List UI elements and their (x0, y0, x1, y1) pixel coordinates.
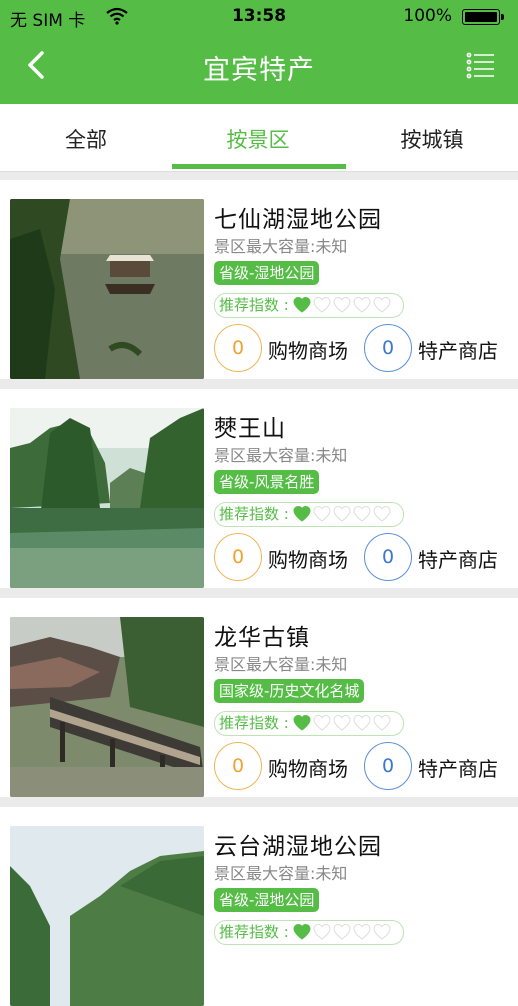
heart-empty-icon (333, 505, 351, 522)
heart-empty-icon (313, 296, 331, 313)
mall-label[interactable]: 购物商场 (268, 753, 348, 782)
rating-label: 推荐指数 : (219, 923, 289, 941)
heart-filled-icon (293, 296, 311, 313)
capacity-text: 景区最大容量:未知 (214, 864, 348, 883)
status-bar: 无 SIM 卡 13:58 100% (0, 0, 518, 34)
rating-hearts (293, 296, 393, 316)
capacity-text: 景区最大容量:未知 (214, 237, 348, 256)
recommendation-rating: 推荐指数 : (214, 711, 404, 736)
heart-empty-icon (353, 505, 371, 522)
tab-all[interactable]: 全部 (0, 104, 172, 172)
recommendation-rating: 推荐指数 : (214, 920, 404, 945)
battery-icon (462, 9, 504, 25)
level-badge: 省级-湿地公园 (214, 261, 320, 285)
scenic-name: 云台湖湿地公园 (214, 834, 382, 860)
rating-hearts (293, 714, 393, 734)
level-badge: 省级-风景名胜 (214, 470, 320, 494)
scenic-name: 僰王山 (214, 416, 286, 442)
mall-label[interactable]: 购物商场 (268, 544, 348, 573)
scenic-name: 七仙湖湿地公园 (214, 207, 382, 233)
rating-label: 推荐指数 : (219, 296, 289, 314)
mall-label[interactable]: 购物商场 (268, 335, 348, 364)
mall-count[interactable]: 0 (214, 742, 262, 790)
scenic-photo (10, 617, 204, 797)
mall-count[interactable]: 0 (214, 533, 262, 581)
rating-hearts (293, 505, 393, 525)
tab-by-scenic-area[interactable]: 按景区 (172, 104, 344, 172)
page-title: 宜宾特产 (203, 55, 315, 86)
active-tab-indicator (172, 164, 346, 169)
heart-empty-icon (313, 923, 331, 940)
filter-tabs: 全部 按景区 按城镇 (0, 104, 518, 172)
heart-empty-icon (373, 923, 391, 940)
capacity-text: 景区最大容量:未知 (214, 655, 348, 674)
heart-empty-icon (333, 714, 351, 731)
shop-label[interactable]: 特产商店 (418, 544, 498, 573)
heart-empty-icon (333, 296, 351, 313)
scenic-photo (10, 199, 204, 379)
rating-hearts (293, 923, 393, 943)
rating-label: 推荐指数 : (219, 714, 289, 732)
battery-percent: 100% (403, 6, 452, 26)
recommendation-rating: 推荐指数 : (214, 502, 404, 527)
shop-count[interactable]: 0 (364, 742, 412, 790)
heart-empty-icon (353, 714, 371, 731)
level-badge: 国家级-历史文化名城 (214, 679, 365, 703)
heart-empty-icon (353, 923, 371, 940)
heart-filled-icon (293, 505, 311, 522)
list-item[interactable]: 僰王山 景区最大容量:未知 省级-风景名胜 推荐指数 : 0 购物商场 0 特产… (0, 389, 518, 588)
rating-label: 推荐指数 : (219, 505, 289, 523)
list-item[interactable]: 七仙湖湿地公园 景区最大容量:未知 省级-湿地公园 推荐指数 : 0 购物商场 … (0, 180, 518, 379)
recommendation-rating: 推荐指数 : (214, 293, 404, 318)
tab-by-town[interactable]: 按城镇 (346, 104, 518, 172)
shop-count[interactable]: 0 (364, 533, 412, 581)
heart-empty-icon (333, 923, 351, 940)
shop-label[interactable]: 特产商店 (418, 753, 498, 782)
heart-empty-icon (373, 296, 391, 313)
heart-empty-icon (313, 714, 331, 731)
list-item[interactable]: 龙华古镇 景区最大容量:未知 国家级-历史文化名城 推荐指数 : 0 购物商场 … (0, 598, 518, 797)
heart-empty-icon (373, 714, 391, 731)
level-badge: 省级-湿地公园 (214, 888, 320, 912)
list-item[interactable]: 云台湖湿地公园 景区最大容量:未知 省级-湿地公园 推荐指数 : (0, 807, 518, 1006)
scenic-photo (10, 826, 204, 1006)
shop-label[interactable]: 特产商店 (418, 335, 498, 364)
heart-filled-icon (293, 923, 311, 940)
heart-empty-icon (313, 505, 331, 522)
shop-count[interactable]: 0 (364, 324, 412, 372)
nav-bar: 宜宾特产 (0, 34, 518, 104)
list-menu-icon[interactable] (466, 50, 496, 80)
scenic-photo (10, 408, 204, 588)
scenic-name: 龙华古镇 (214, 625, 310, 651)
heart-empty-icon (373, 505, 391, 522)
capacity-text: 景区最大容量:未知 (214, 446, 348, 465)
heart-empty-icon (353, 296, 371, 313)
mall-count[interactable]: 0 (214, 324, 262, 372)
heart-filled-icon (293, 714, 311, 731)
